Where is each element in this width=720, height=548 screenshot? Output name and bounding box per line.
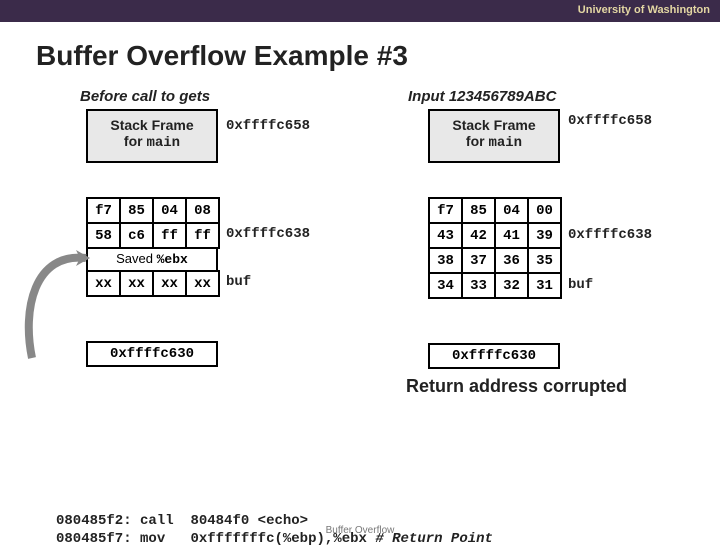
table-row: 38 37 36 35	[429, 248, 561, 273]
left-bytes-top: f7 85 04 08 58 c6 ff ff	[86, 197, 220, 249]
left-saved-ebx: Saved %ebx	[86, 249, 218, 272]
left-column: Before call to gets Stack Frame for main…	[86, 88, 220, 367]
left-stack-frame-box: Stack Frame for main	[86, 109, 218, 163]
left-addr-mid: 0xffffc638	[226, 226, 310, 242]
frame-label-line2: for main	[88, 133, 216, 151]
table-row: f7 85 04 08	[87, 198, 219, 223]
table-row: xx xx xx xx	[87, 271, 219, 296]
frame-label-line1: Stack Frame	[430, 117, 558, 133]
right-addr-mid: 0xffffc638	[568, 227, 652, 243]
frame-label-line2: for main	[430, 133, 558, 151]
table-row: f7 85 04 00	[429, 198, 561, 223]
right-addr-top: 0xffffc658	[568, 113, 652, 129]
right-bytes: f7 85 04 00 43 42 41 39 38 37 36 35	[428, 197, 562, 299]
table-row: 34 33 32 31	[429, 273, 561, 298]
left-buf-label: buf	[226, 274, 251, 290]
right-column: Input 123456789ABC Stack Frame for main …	[400, 88, 562, 369]
right-subtitle: Input 123456789ABC	[408, 88, 562, 105]
right-buf-label: buf	[568, 277, 593, 293]
left-bytes-buf: xx xx xx xx	[86, 270, 220, 297]
frame-label-line1: Stack Frame	[88, 117, 216, 133]
top-bar: University of Washington	[0, 0, 720, 22]
left-addr-top: 0xffffc658	[226, 118, 310, 134]
university-label: University of Washington	[578, 4, 710, 16]
right-stack-frame-box: Stack Frame for main	[428, 109, 560, 163]
table-row: 43 42 41 39	[429, 223, 561, 248]
right-bottom-addr: 0xffffc630	[428, 343, 560, 369]
left-bottom-addr: 0xffffc630	[86, 341, 218, 367]
corrupt-note: Return address corrupted	[406, 376, 627, 397]
arrow-icon	[14, 250, 94, 380]
table-row: 58 c6 ff ff	[87, 223, 219, 248]
footer-label: Buffer Overflow	[0, 525, 720, 536]
page-title: Buffer Overflow Example #3	[36, 40, 720, 72]
left-subtitle: Before call to gets	[80, 88, 220, 105]
